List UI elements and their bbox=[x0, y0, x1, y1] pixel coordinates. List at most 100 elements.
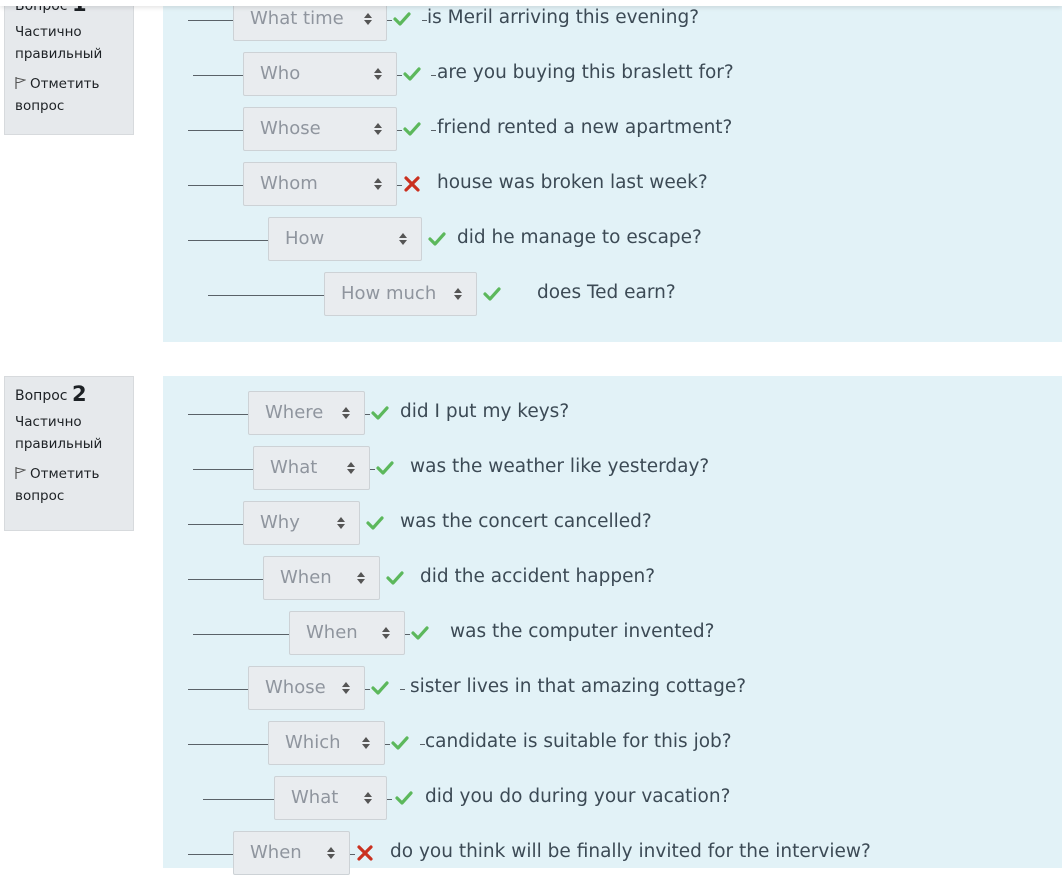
answer-blank bbox=[203, 799, 274, 800]
answer-blank-end bbox=[397, 130, 402, 131]
sort-arrows-icon bbox=[374, 123, 382, 135]
question-1-content: What time is Meril arriving this evening… bbox=[163, 0, 1062, 342]
answer-blank-end bbox=[365, 414, 370, 415]
question-text: do you think will be finally invited for… bbox=[390, 841, 871, 862]
cross-icon bbox=[404, 176, 420, 192]
check-icon bbox=[403, 122, 421, 136]
sort-arrows-icon bbox=[342, 407, 350, 419]
answer-blank bbox=[188, 130, 243, 131]
answer-select[interactable]: Whose bbox=[243, 107, 397, 151]
answer-blank-end bbox=[387, 799, 392, 800]
sort-arrows-icon bbox=[364, 13, 372, 25]
check-icon bbox=[391, 736, 409, 750]
sort-arrows-icon bbox=[374, 68, 382, 80]
question-text: did he manage to escape? bbox=[457, 227, 702, 248]
question-text: friend rented a new apartment? bbox=[437, 117, 733, 138]
answer-blank-end bbox=[400, 689, 405, 690]
sort-arrows-icon bbox=[454, 288, 462, 300]
answer-select[interactable]: Which bbox=[268, 721, 385, 765]
answer-select[interactable]: What bbox=[253, 446, 370, 490]
cross-icon bbox=[357, 845, 373, 861]
answer-select[interactable]: How bbox=[268, 217, 422, 261]
answer-blank bbox=[188, 20, 233, 21]
flag-question-link[interactable]: Отметить вопрос bbox=[15, 463, 123, 507]
question-text: candidate is suitable for this job? bbox=[425, 731, 732, 752]
question-text: did the accident happen? bbox=[420, 566, 656, 587]
answer-blank bbox=[188, 414, 248, 415]
check-icon bbox=[386, 571, 404, 585]
answer-blank bbox=[188, 185, 243, 186]
check-icon bbox=[428, 232, 446, 246]
top-bar bbox=[0, 0, 1062, 6]
answer-blank-end bbox=[397, 185, 402, 186]
check-icon bbox=[393, 12, 411, 26]
check-icon bbox=[366, 516, 384, 530]
answer-blank-end bbox=[431, 130, 436, 131]
answer-blank bbox=[208, 295, 324, 296]
sort-arrows-icon bbox=[399, 233, 407, 245]
sort-arrows-icon bbox=[362, 737, 370, 749]
answer-select[interactable]: Why bbox=[243, 501, 360, 545]
question-text: sister lives in that amazing cottage? bbox=[410, 676, 747, 697]
question-text: does Ted earn? bbox=[537, 282, 676, 303]
answer-blank-end bbox=[387, 20, 392, 21]
answer-select[interactable]: When bbox=[233, 831, 350, 875]
flag-icon bbox=[15, 77, 26, 89]
check-icon bbox=[371, 406, 389, 420]
question-2-content: Where did I put my keys? What was the we… bbox=[163, 376, 1062, 875]
answer-select[interactable]: What time bbox=[233, 0, 387, 41]
answer-blank bbox=[193, 469, 253, 470]
answer-blank-end bbox=[350, 854, 355, 855]
sort-arrows-icon bbox=[342, 682, 350, 694]
question-text: house was broken last week? bbox=[437, 172, 708, 193]
answer-blank-end bbox=[405, 634, 410, 635]
question-2-info: Вопрос 2 Частично правильный Отметить во… bbox=[4, 376, 134, 531]
answer-blank-end bbox=[365, 689, 370, 690]
answer-blank-end bbox=[385, 744, 390, 745]
answer-select[interactable]: Whom bbox=[243, 162, 397, 206]
check-icon bbox=[395, 791, 413, 805]
answer-blank bbox=[193, 634, 289, 635]
answer-blank bbox=[188, 579, 263, 580]
sort-arrows-icon bbox=[382, 627, 390, 639]
question-text: was the weather like yesterday? bbox=[410, 456, 710, 477]
answer-select[interactable]: What bbox=[274, 776, 387, 820]
sort-arrows-icon bbox=[327, 847, 335, 859]
sort-arrows-icon bbox=[374, 178, 382, 190]
flag-question-link[interactable]: Отметить вопрос bbox=[15, 73, 123, 117]
sort-arrows-icon bbox=[337, 517, 345, 529]
answer-blank bbox=[193, 75, 243, 76]
answer-select[interactable]: When bbox=[289, 611, 405, 655]
check-icon bbox=[483, 287, 501, 301]
question-number: Вопрос 2 bbox=[15, 382, 87, 406]
answer-blank bbox=[188, 524, 243, 525]
sort-arrows-icon bbox=[357, 572, 365, 584]
question-state: Частично правильный bbox=[15, 24, 103, 62]
check-icon bbox=[411, 626, 429, 640]
question-text: are you buying this braslett for? bbox=[437, 62, 734, 83]
answer-blank-end bbox=[431, 75, 436, 76]
answer-blank bbox=[188, 744, 268, 745]
question-text: did you do during your vacation? bbox=[425, 786, 731, 807]
sort-arrows-icon bbox=[347, 462, 355, 474]
answer-blank-end bbox=[370, 469, 375, 470]
question-1-info: Вопрос 1 Частично правильный Отметить во… bbox=[4, 0, 134, 135]
question-text: was the computer invented? bbox=[450, 621, 715, 642]
check-icon bbox=[403, 67, 421, 81]
question-state: Частично правильный bbox=[15, 414, 103, 452]
answer-select[interactable]: Who bbox=[243, 52, 397, 96]
check-icon bbox=[371, 681, 389, 695]
answer-select[interactable]: How much bbox=[324, 272, 477, 316]
sort-arrows-icon bbox=[364, 792, 372, 804]
answer-select[interactable]: Where bbox=[248, 391, 365, 435]
answer-select[interactable]: Whose bbox=[248, 666, 365, 710]
answer-blank bbox=[188, 240, 268, 241]
question-text: did I put my keys? bbox=[400, 401, 570, 422]
flag-icon bbox=[15, 467, 26, 479]
question-text: was the concert cancelled? bbox=[400, 511, 652, 532]
answer-blank bbox=[188, 854, 233, 855]
check-icon bbox=[376, 461, 394, 475]
answer-select[interactable]: When bbox=[263, 556, 380, 600]
answer-blank-end bbox=[397, 75, 402, 76]
answer-blank bbox=[188, 689, 248, 690]
